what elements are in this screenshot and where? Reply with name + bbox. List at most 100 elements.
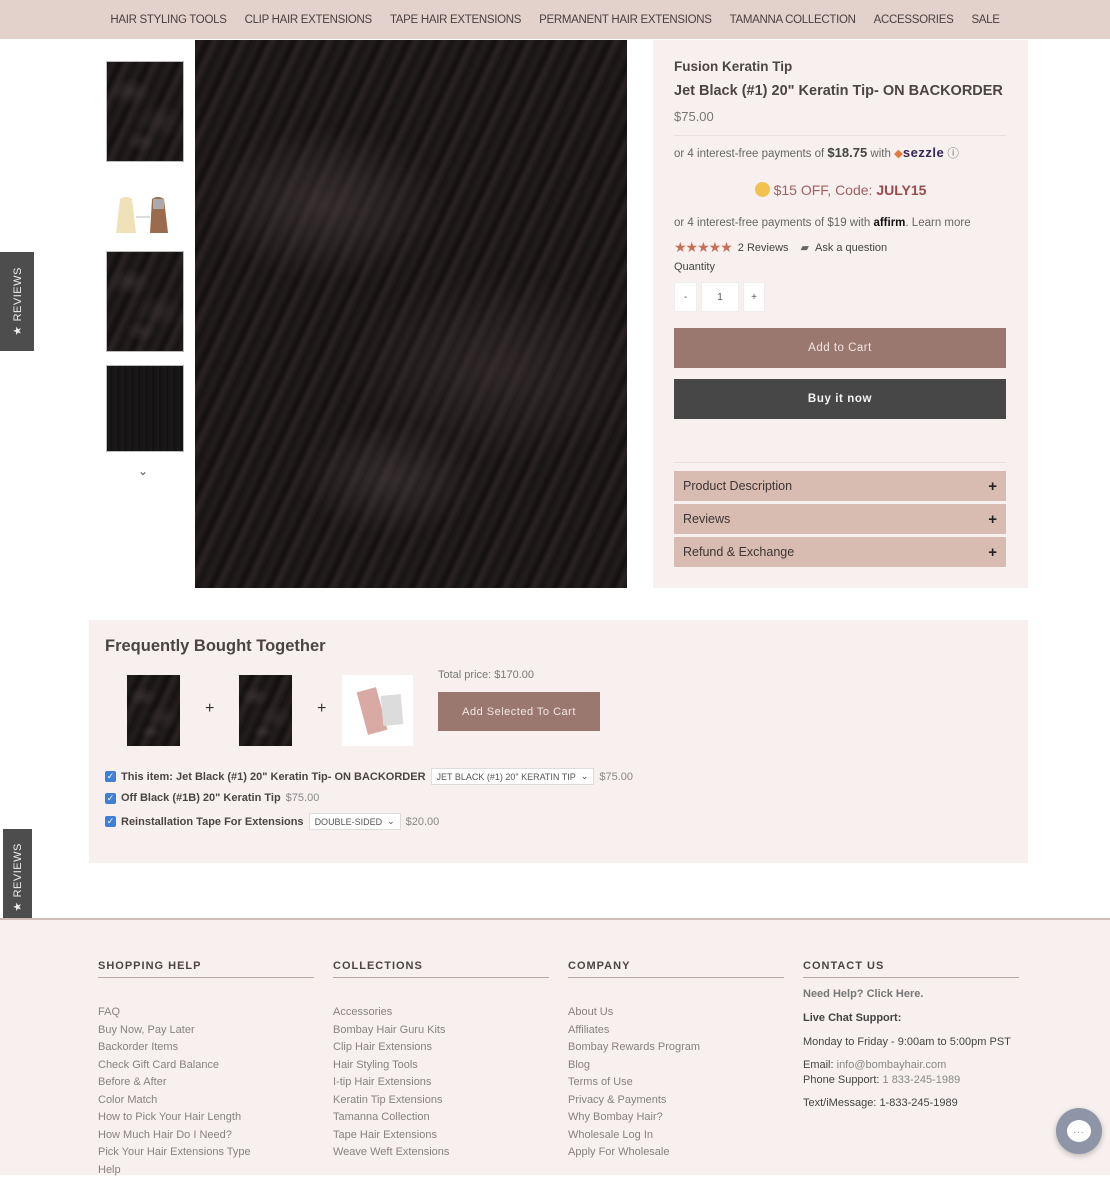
footer-link[interactable]: Why Bombay Hair? bbox=[568, 1109, 784, 1127]
accordion-refund-exchange[interactable]: Refund & Exchange + bbox=[674, 537, 1006, 567]
plus-icon: + bbox=[988, 478, 997, 495]
sezzle-with: with bbox=[870, 148, 890, 160]
nav-permanent-hair-extensions[interactable]: PERMANENT HAIR EXTENSIONS bbox=[539, 14, 712, 26]
footer-link[interactable]: Before & After bbox=[98, 1074, 314, 1092]
product-title: Jet Black (#1) 20" Keratin Tip- ON BACKO… bbox=[674, 83, 1003, 99]
fbt-variant-select[interactable]: JET BLACK (#1) 20" KERATIN TIP⌄ bbox=[431, 768, 595, 785]
footer-link[interactable]: How Much Hair Do I Need? bbox=[98, 1127, 314, 1145]
reviews-side-tab[interactable]: ★ REVIEWS bbox=[0, 252, 34, 351]
footer-link[interactable]: Privacy & Payments bbox=[568, 1092, 784, 1110]
nav-accessories[interactable]: ACCESSORIES bbox=[874, 14, 954, 26]
footer-link[interactable]: Help bbox=[98, 1162, 314, 1179]
email-link[interactable]: info@bombayhair.com bbox=[837, 1059, 947, 1071]
plus-icon: + bbox=[317, 700, 326, 718]
quantity-input[interactable]: 1 bbox=[701, 282, 739, 312]
nav-hair-styling-tools[interactable]: HAIR STYLING TOOLS bbox=[110, 14, 226, 26]
footer-shopping-help: SHOPPING HELP FAQ Buy Now, Pay Later Bac… bbox=[98, 960, 314, 1179]
product-info-panel: Fusion Keratin Tip Jet Black (#1) 20" Ke… bbox=[653, 40, 1028, 588]
phone-link[interactable]: 1 833-245-1989 bbox=[883, 1074, 961, 1086]
thumbnail-3[interactable] bbox=[106, 251, 184, 352]
footer-link[interactable]: About Us bbox=[568, 1004, 784, 1022]
footer-collections: COLLECTIONS Accessories Bombay Hair Guru… bbox=[333, 960, 549, 1162]
footer-link[interactable]: Buy Now, Pay Later bbox=[98, 1022, 314, 1040]
nav-clip-hair-extensions[interactable]: CLIP HAIR EXTENSIONS bbox=[245, 14, 372, 26]
fbt-item-image-2[interactable] bbox=[239, 675, 292, 746]
quantity-increase-button[interactable]: + bbox=[743, 282, 765, 312]
footer-link[interactable]: Clip Hair Extensions bbox=[333, 1039, 549, 1057]
footer-link[interactable]: Pick Your Hair Extensions Type bbox=[98, 1144, 314, 1162]
main-product-image[interactable] bbox=[195, 40, 627, 588]
reviews-count-link[interactable]: 2 Reviews bbox=[738, 242, 789, 254]
nav-tape-hair-extensions[interactable]: TAPE HAIR EXTENSIONS bbox=[390, 14, 521, 26]
footer-link[interactable]: I-tip Hair Extensions bbox=[333, 1074, 549, 1092]
phone-label: Phone Support: bbox=[803, 1074, 879, 1086]
fbt-item-checkbox[interactable]: ✓ bbox=[105, 816, 116, 827]
text-number[interactable]: 1-833-245-1989 bbox=[879, 1097, 957, 1109]
quantity-label: Quantity bbox=[674, 261, 715, 273]
accordion-label: Refund & Exchange bbox=[683, 545, 794, 559]
nav-sale[interactable]: SALE bbox=[971, 14, 999, 26]
fbt-item-checkbox[interactable]: ✓ bbox=[105, 793, 116, 804]
add-to-cart-button[interactable]: Add to Cart bbox=[674, 328, 1006, 368]
affirm-logo: affirm bbox=[873, 217, 905, 229]
footer-link[interactable]: Check Gift Card Balance bbox=[98, 1057, 314, 1075]
fbt-total-price: Total price: $170.00 bbox=[438, 669, 534, 681]
accordion-reviews[interactable]: Reviews + bbox=[674, 504, 1006, 534]
sezzle-logo-icon: ◆ bbox=[894, 148, 903, 160]
thumbnail-1[interactable] bbox=[106, 61, 184, 162]
accordion-label: Reviews bbox=[683, 512, 730, 526]
footer-link[interactable]: Blog bbox=[568, 1057, 784, 1075]
promo-code: JULY15 bbox=[876, 182, 926, 198]
accordion-product-description[interactable]: Product Description + bbox=[674, 471, 1006, 501]
frequently-bought-together: Frequently Bought Together + + Total pri… bbox=[89, 620, 1028, 863]
footer-link[interactable]: Affiliates bbox=[568, 1022, 784, 1040]
footer-link[interactable]: Bombay Hair Guru Kits bbox=[333, 1022, 549, 1040]
reviews-tab-label: REVIEWS bbox=[11, 267, 23, 321]
footer-link[interactable]: Tape Hair Extensions bbox=[333, 1127, 549, 1145]
thumbnail-4[interactable] bbox=[106, 365, 184, 452]
fbt-item-image-3[interactable] bbox=[342, 675, 413, 746]
reviews-side-tab-2[interactable]: ★REVIEWS bbox=[3, 829, 32, 926]
chat-bubble-icon: ... bbox=[1067, 1120, 1091, 1142]
info-icon[interactable]: ⓘ bbox=[947, 148, 959, 160]
keratin-bundles-image bbox=[106, 195, 184, 237]
fbt-title: Frequently Bought Together bbox=[105, 637, 326, 656]
add-selected-to-cart-button[interactable]: Add Selected To Cart bbox=[438, 692, 600, 731]
footer-link[interactable]: Accessories bbox=[333, 1004, 549, 1022]
quantity-decrease-button[interactable]: - bbox=[674, 282, 697, 312]
chat-widget-button[interactable]: ... bbox=[1056, 1108, 1102, 1154]
fbt-item-checkbox[interactable]: ✓ bbox=[105, 771, 116, 782]
footer-contact: CONTACT US Need Help? Click Here. Live C… bbox=[803, 960, 1019, 1109]
thumbnail-2[interactable] bbox=[106, 195, 184, 237]
chat-question-icon: ▰ bbox=[801, 241, 809, 254]
footer-link[interactable]: Apply For Wholesale bbox=[568, 1144, 784, 1162]
affirm-learn-more[interactable]: . Learn more bbox=[905, 217, 970, 229]
footer-link[interactable]: How to Pick Your Hair Length bbox=[98, 1109, 314, 1127]
footer-link[interactable]: Backorder Items bbox=[98, 1039, 314, 1057]
star-icon: ★ bbox=[11, 325, 24, 335]
footer-link[interactable]: Hair Styling Tools bbox=[333, 1057, 549, 1075]
footer-link[interactable]: Bombay Rewards Program bbox=[568, 1039, 784, 1057]
fbt-variant-select[interactable]: DOUBLE-SIDED⌄ bbox=[309, 813, 401, 830]
need-help-link[interactable]: Need Help? Click Here. bbox=[803, 988, 1019, 1000]
footer-company: COMPANY About Us Affiliates Bombay Rewar… bbox=[568, 960, 784, 1162]
footer-link[interactable]: Weave Weft Extensions bbox=[333, 1144, 549, 1162]
buy-it-now-button[interactable]: Buy it now bbox=[674, 379, 1006, 419]
rating-stars[interactable]: ★★★★★ bbox=[674, 239, 732, 256]
footer-link[interactable]: Wholesale Log In bbox=[568, 1127, 784, 1145]
footer-link[interactable]: Keratin Tip Extensions bbox=[333, 1092, 549, 1110]
footer-link[interactable]: Terms of Use bbox=[568, 1074, 784, 1092]
nav-tamanna-collection[interactable]: TAMANNA COLLECTION bbox=[730, 14, 856, 26]
chevron-down-icon[interactable]: ⌄ bbox=[138, 464, 148, 478]
ask-question-link[interactable]: Ask a question bbox=[815, 242, 887, 254]
reviews-tab-label: REVIEWS bbox=[12, 843, 24, 897]
footer-link[interactable]: Tamanna Collection bbox=[333, 1109, 549, 1127]
accordion-label: Product Description bbox=[683, 479, 792, 493]
promo-text: $15 OFF, Code: bbox=[774, 182, 873, 198]
fbt-item-name: This item: Jet Black (#1) 20" Keratin Ti… bbox=[121, 771, 426, 783]
chevron-down-icon: ⌄ bbox=[387, 816, 395, 827]
footer-link[interactable]: FAQ bbox=[98, 1004, 314, 1022]
fbt-item-image-1[interactable] bbox=[127, 675, 180, 746]
plus-icon: + bbox=[988, 511, 997, 528]
footer-link[interactable]: Color Match bbox=[98, 1092, 314, 1110]
